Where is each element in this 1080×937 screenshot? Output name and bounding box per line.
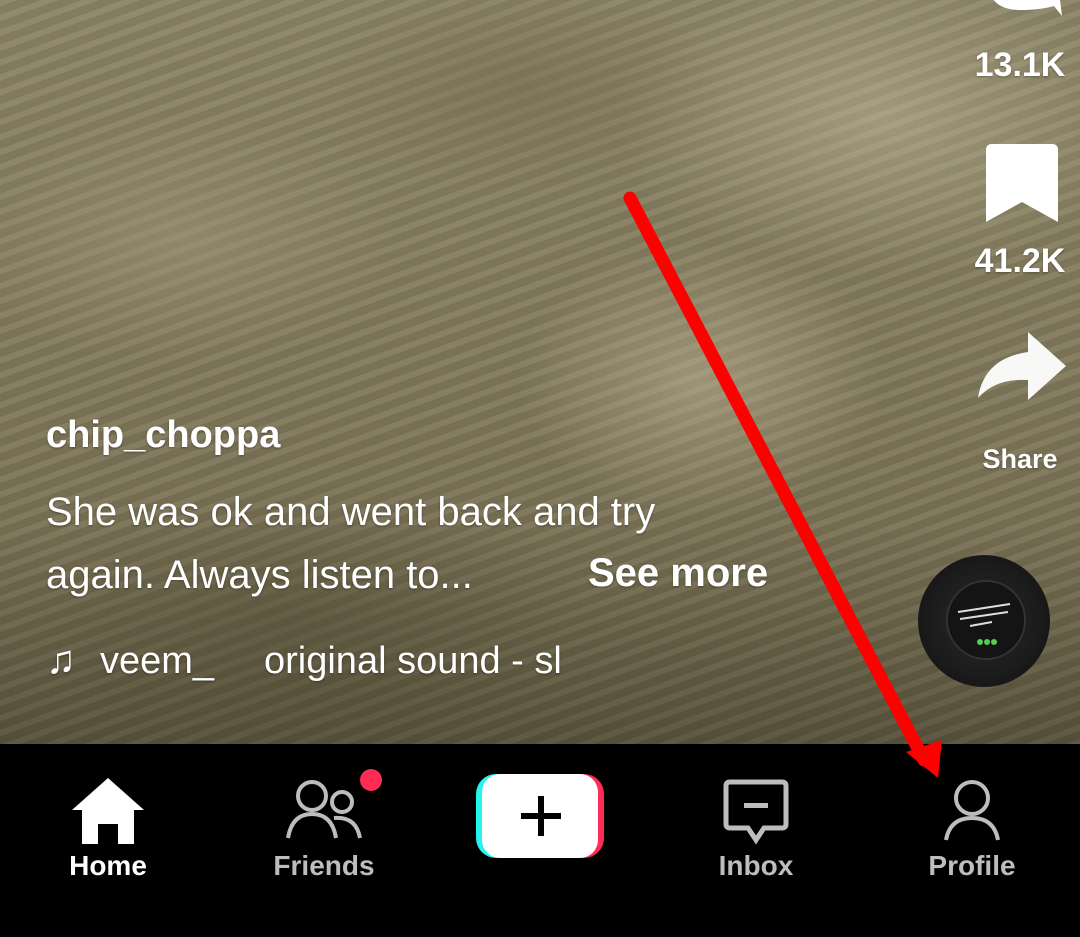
caption-line-2: again. Always listen to... [46,553,473,597]
caption-line-1: She was ok and went back and try [46,490,656,534]
favorite-action[interactable]: 41.2K [960,140,1080,285]
favorite-count: 41.2K [974,242,1066,280]
music-disc[interactable] [918,555,1050,687]
profile-icon [944,780,1000,841]
inbox-icon [723,779,789,845]
music-note-icon: ♫ [46,638,76,682]
share-arrow-icon [978,332,1066,400]
cover-art-icon [948,582,1024,658]
nav-home-label: Home [69,850,147,881]
nav-profile-label: Profile [928,850,1016,881]
share-label: Share [982,444,1058,474]
share-action[interactable]: Share [960,330,1080,480]
comment-action[interactable]: 13.1K [960,0,1080,90]
music-disc-cover [946,580,1026,660]
nav-friends[interactable]: Friends [244,744,404,894]
nav-friends-label: Friends [273,850,375,881]
nav-home[interactable]: Home [28,744,188,894]
home-icon [72,778,144,844]
bookmark-icon [986,144,1058,222]
bottom-nav-bar: Home Friends Inbox Profile [0,744,1080,937]
see-more-button[interactable]: See more [588,551,768,596]
friends-notification-dot [360,769,382,791]
username-link[interactable]: chip_choppa [46,414,280,457]
plus-icon [476,774,604,858]
friends-icon [286,780,362,839]
sound-text-part1[interactable]: veem_ [100,640,222,683]
comment-icon [993,0,1062,16]
nav-inbox-label: Inbox [718,850,794,881]
create-button[interactable] [460,744,620,894]
nav-profile[interactable]: Profile [892,744,1052,894]
nav-inbox[interactable]: Inbox [676,744,836,894]
sound-text-part2[interactable]: original sound - sl [264,640,594,683]
comment-count: 13.1K [974,46,1066,84]
